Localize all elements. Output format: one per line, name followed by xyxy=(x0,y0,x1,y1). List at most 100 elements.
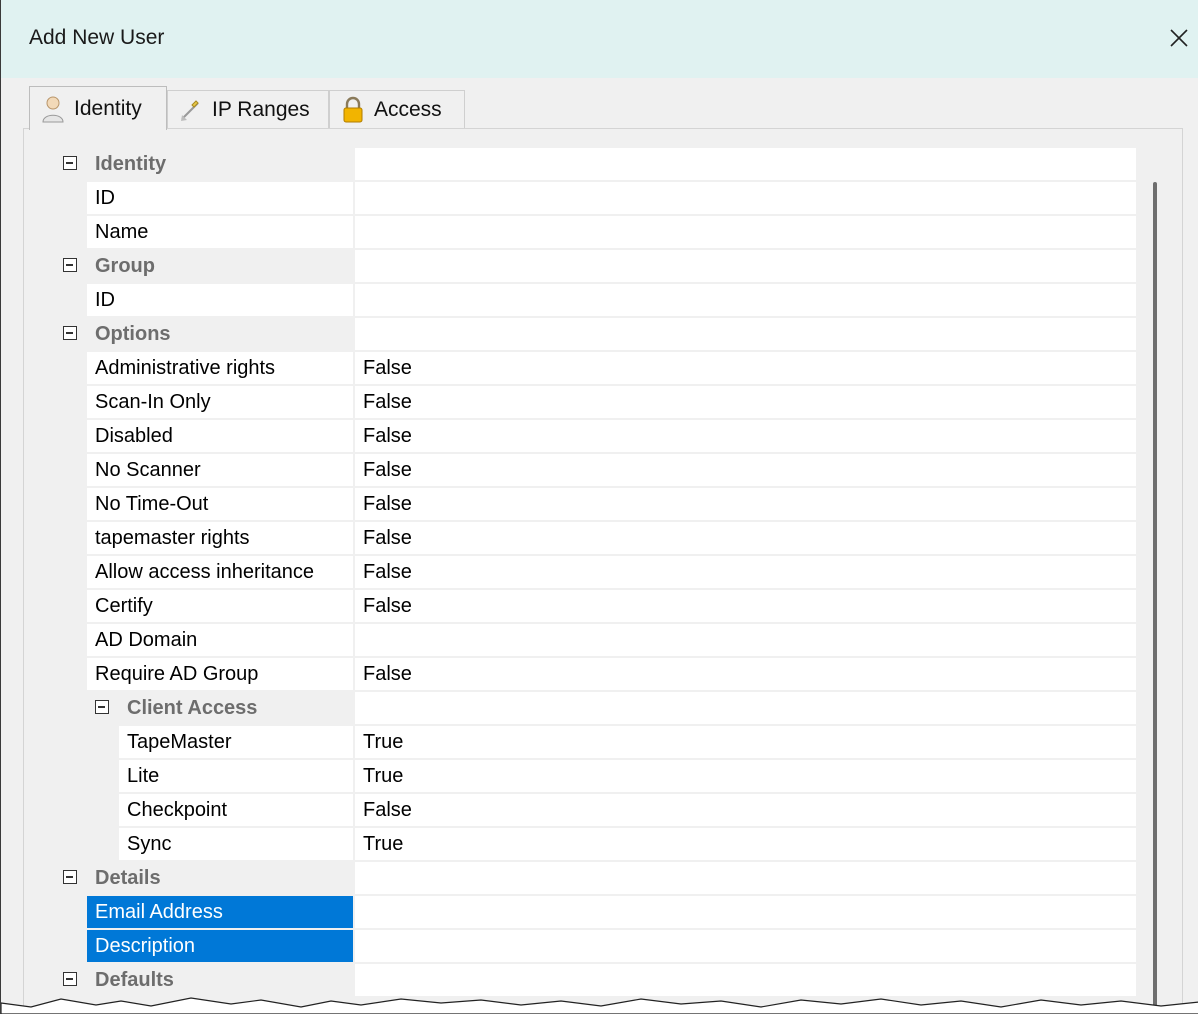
collapse-toggle-icon[interactable] xyxy=(63,326,77,340)
property-label: Certify xyxy=(87,590,353,622)
grid-category-row[interactable]: Identity xyxy=(51,148,1136,180)
tab-access-label: Access xyxy=(374,97,442,121)
collapse-toggle-icon[interactable] xyxy=(63,972,77,986)
grid-property-row[interactable]: Email Address xyxy=(51,896,1136,928)
grid-property-row[interactable]: No Scanner False xyxy=(51,454,1136,486)
property-label: Checkpoint xyxy=(119,794,353,826)
grid-property-row[interactable]: Allow access inheritance False xyxy=(51,556,1136,588)
grid-property-row[interactable]: No Time-Out False xyxy=(51,488,1136,520)
collapse-toggle-icon[interactable] xyxy=(63,156,77,170)
close-icon xyxy=(1170,29,1188,47)
property-value[interactable] xyxy=(355,624,1136,656)
property-value[interactable]: False xyxy=(355,488,1136,520)
property-value[interactable] xyxy=(355,284,1136,316)
property-value[interactable]: False xyxy=(355,522,1136,554)
property-value[interactable] xyxy=(355,930,1136,962)
category-label: Group xyxy=(87,250,353,282)
grid-property-row[interactable]: Name xyxy=(51,216,1136,248)
property-value[interactable]: True xyxy=(355,726,1136,758)
property-value[interactable]: False xyxy=(355,556,1136,588)
tab-access[interactable]: Access xyxy=(329,90,465,128)
property-value[interactable]: True xyxy=(355,760,1136,792)
network-icon xyxy=(176,95,206,125)
property-label: TapeMaster xyxy=(119,726,353,758)
torn-edge xyxy=(1,997,1198,1014)
category-label: Defaults xyxy=(87,964,353,996)
property-value[interactable]: False xyxy=(355,352,1136,384)
category-value-cell xyxy=(355,318,1136,350)
grid-category-row[interactable]: Defaults xyxy=(51,964,1136,996)
grid-property-row[interactable]: AD Domain xyxy=(51,624,1136,656)
property-label: Disabled xyxy=(87,420,353,452)
property-label: Name xyxy=(87,216,353,248)
property-label: Lite xyxy=(119,760,353,792)
close-button[interactable] xyxy=(1161,18,1197,58)
grid-category-row[interactable]: Client Access xyxy=(51,692,1136,724)
property-value[interactable]: False xyxy=(355,590,1136,622)
property-label: ID xyxy=(87,182,353,214)
property-label: No Time-Out xyxy=(87,488,353,520)
dialog-title: Add New User xyxy=(29,26,165,49)
property-label: Allow access inheritance xyxy=(87,556,353,588)
collapse-toggle-icon[interactable] xyxy=(95,700,109,714)
category-value-cell xyxy=(355,148,1136,180)
property-value[interactable]: False xyxy=(355,386,1136,418)
property-label: ID xyxy=(87,284,353,316)
property-value[interactable]: False xyxy=(355,420,1136,452)
collapse-toggle-icon[interactable] xyxy=(63,258,77,272)
property-value[interactable] xyxy=(355,896,1136,928)
grid-property-row[interactable]: Lite True xyxy=(51,760,1136,792)
property-label: No Scanner xyxy=(87,454,353,486)
category-label: Details xyxy=(87,862,353,894)
category-value-cell xyxy=(355,692,1136,724)
grid-property-row[interactable]: ID xyxy=(51,182,1136,214)
grid-category-row[interactable]: Details xyxy=(51,862,1136,894)
lock-icon xyxy=(338,95,368,125)
grid-property-row[interactable]: Require AD Group False xyxy=(51,658,1136,690)
grid-property-row[interactable]: Administrative rights False xyxy=(51,352,1136,384)
collapse-toggle-icon[interactable] xyxy=(63,870,77,884)
category-value-cell xyxy=(355,964,1136,996)
property-value[interactable]: False xyxy=(355,658,1136,690)
grid-property-row[interactable]: Sync True xyxy=(51,828,1136,860)
grid-property-row[interactable]: Description xyxy=(51,930,1136,962)
category-label: Options xyxy=(87,318,353,350)
property-value[interactable] xyxy=(355,216,1136,248)
grid-category-row[interactable]: Group xyxy=(51,250,1136,282)
property-label: Description xyxy=(87,930,353,962)
tab-identity[interactable]: Identity xyxy=(29,86,167,130)
category-value-cell xyxy=(355,862,1136,894)
grid-category-row[interactable]: Options xyxy=(51,318,1136,350)
property-label: AD Domain xyxy=(87,624,353,656)
property-label: tapemaster rights xyxy=(87,522,353,554)
add-new-user-dialog: Add New User Identity IP Ranges Access I… xyxy=(0,0,1198,1014)
property-value[interactable] xyxy=(355,182,1136,214)
grid-property-row[interactable]: tapemaster rights False xyxy=(51,522,1136,554)
property-value[interactable]: True xyxy=(355,828,1136,860)
property-label: Email Address xyxy=(87,896,353,928)
property-label: Require AD Group xyxy=(87,658,353,690)
grid-property-row[interactable]: TapeMaster True xyxy=(51,726,1136,758)
property-value[interactable]: False xyxy=(355,794,1136,826)
scrollbar-thumb[interactable] xyxy=(1153,182,1157,1014)
category-value-cell xyxy=(355,250,1136,282)
grid-property-row[interactable]: Disabled False xyxy=(51,420,1136,452)
grid-property-row[interactable]: Scan-In Only False xyxy=(51,386,1136,418)
tab-identity-label: Identity xyxy=(74,96,142,120)
property-label: Sync xyxy=(119,828,353,860)
grid-property-row[interactable]: ID xyxy=(51,284,1136,316)
property-grid: Identity ID Name Group ID Options Administrati… xyxy=(51,148,1143,1014)
title-bar: Add New User xyxy=(1,0,1198,78)
grid-property-row[interactable]: Certify False xyxy=(51,590,1136,622)
property-label: Administrative rights xyxy=(87,352,353,384)
tab-strip: Identity IP Ranges Access xyxy=(23,86,1183,130)
category-label: Identity xyxy=(87,148,353,180)
tab-ip-ranges[interactable]: IP Ranges xyxy=(167,90,329,128)
category-label: Client Access xyxy=(119,692,353,724)
grid-property-row[interactable]: Checkpoint False xyxy=(51,794,1136,826)
property-label: Scan-In Only xyxy=(87,386,353,418)
user-icon xyxy=(38,94,68,124)
vertical-scrollbar[interactable] xyxy=(1142,148,1172,1014)
tab-ip-ranges-label: IP Ranges xyxy=(212,97,310,121)
property-value[interactable]: False xyxy=(355,454,1136,486)
